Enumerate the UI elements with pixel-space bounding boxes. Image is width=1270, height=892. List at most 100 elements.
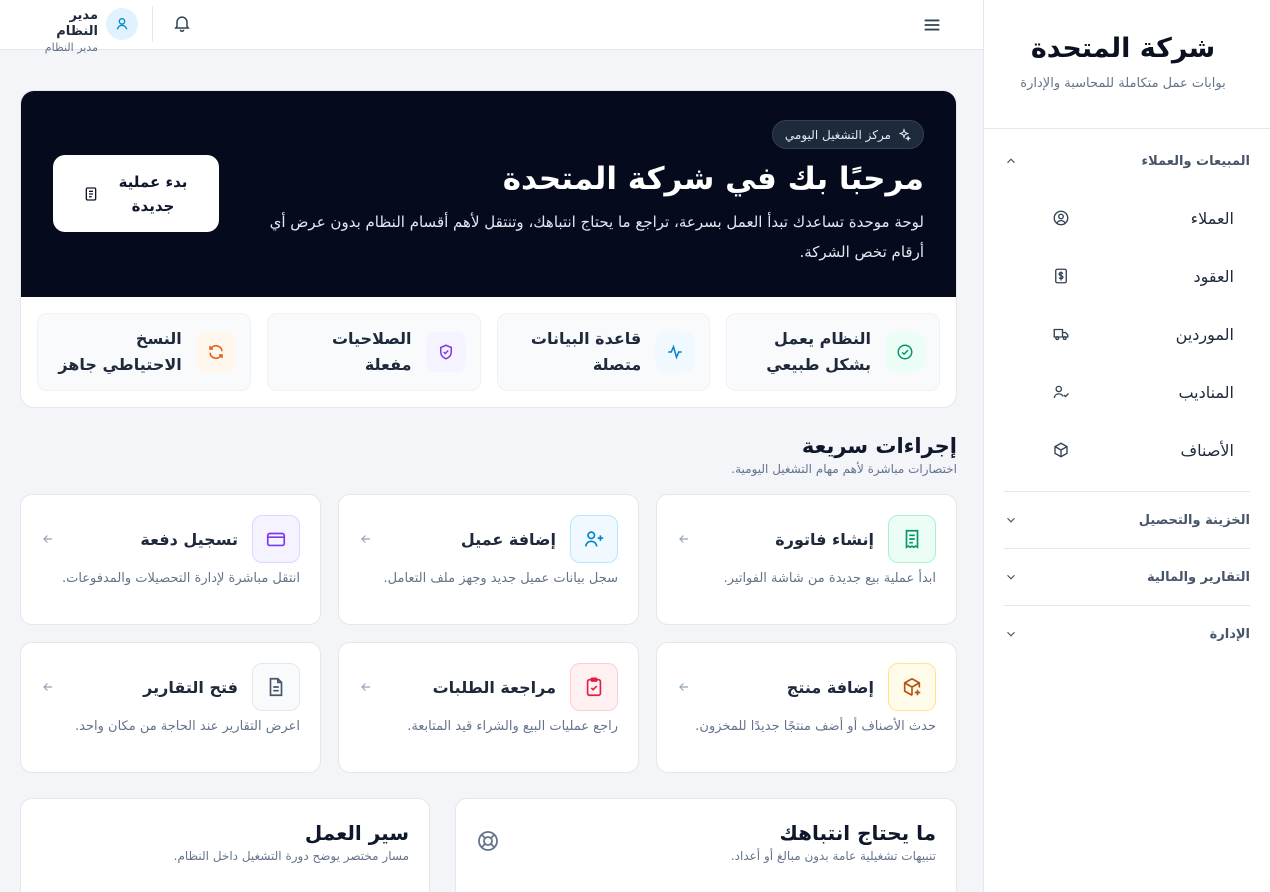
- avatar[interactable]: [106, 8, 138, 40]
- company-tagline: بوابات عمل متكاملة للمحاسبة والإدارة: [1020, 76, 1226, 91]
- sidebar-item-customers[interactable]: العملاء: [1004, 189, 1250, 247]
- page-title: مرحبًا بك في شركة المتحدة: [502, 161, 924, 197]
- quick-action-add-product[interactable]: إضافة منتج حدث الأصناف أو أضف منتجًا جدي…: [656, 642, 957, 773]
- menu-icon[interactable]: [921, 14, 943, 36]
- lifebuoy-icon: [478, 831, 498, 851]
- quick-action-desc: راجع عمليات البيع والشراء قيد المتابعة.: [407, 719, 618, 734]
- truck-icon: [1053, 328, 1069, 341]
- hero-badge: مركز التشغيل اليومي: [771, 120, 924, 149]
- button-label: بدء عملية جديدة: [118, 172, 188, 215]
- arrow-left-icon: [679, 683, 689, 691]
- user-info[interactable]: مدير النظام مدير النظام: [28, 8, 98, 56]
- sidebar-item-reps[interactable]: المناديب: [1004, 363, 1250, 421]
- user-circle-icon: [1053, 210, 1069, 226]
- qa-icon-wrap: [570, 515, 618, 563]
- refresh-icon: [209, 345, 223, 359]
- quick-action-open-reports[interactable]: فتح التقارير اعرض التقارير عند الحاجة من…: [20, 642, 321, 773]
- quick-action-title: إضافة منتج: [786, 677, 874, 697]
- dollar-file-icon: [1055, 268, 1067, 284]
- nav-group-reports[interactable]: التقارير والمالية: [1004, 549, 1250, 605]
- nav-group-label: الخزينة والتحصيل: [1138, 512, 1250, 528]
- nav-group-sales[interactable]: المبيعات والعملاء: [1004, 141, 1250, 181]
- chevron-down-icon: [1007, 574, 1015, 580]
- nav-group-label: المبيعات والعملاء: [1141, 153, 1250, 169]
- sidebar-item-label: الموردين: [1175, 324, 1234, 344]
- user-plus-icon: [584, 531, 604, 547]
- sidebar-item-label: العملاء: [1190, 208, 1234, 228]
- clipboard-check-icon: [586, 677, 602, 697]
- activity-icon: [668, 344, 682, 360]
- box-icon: [1054, 442, 1068, 458]
- qa-icon-wrap: [888, 515, 936, 563]
- status-icon-wrap: [885, 332, 925, 372]
- receipt-icon: [905, 529, 919, 549]
- quick-action-title: فتح التقارير: [143, 677, 238, 697]
- file-text-icon: [269, 677, 283, 697]
- sidebar-item-contracts[interactable]: العقود: [1004, 247, 1250, 305]
- sidebar-brand: شركة المتحدة بوابات عمل متكاملة للمحاسبة…: [984, 0, 1270, 129]
- quick-action-desc: حدث الأصناف أو أضف منتجًا جديدًا للمخزون…: [695, 719, 936, 734]
- quick-action-title: تسجيل دفعة: [140, 529, 238, 549]
- sidebar-item-label: العقود: [1193, 266, 1234, 286]
- nav-group-admin[interactable]: الإدارة: [1004, 606, 1250, 662]
- section-title: إجراءات سريعة: [801, 434, 957, 458]
- quick-action-add-customer[interactable]: إضافة عميل سجل بيانات عميل جديد وجهز ملف…: [338, 494, 639, 625]
- arrow-left-icon: [361, 683, 371, 691]
- arrow-left-icon: [361, 535, 371, 543]
- qa-icon-wrap: [570, 663, 618, 711]
- divider: [152, 6, 153, 42]
- nav-group-treasury[interactable]: الخزينة والتحصيل: [1004, 492, 1250, 548]
- status-label: النسخ الاحتياطي جاهز: [58, 329, 182, 374]
- check-circle-icon: [897, 344, 913, 360]
- welcome-card: مركز التشغيل اليومي مرحبًا بك في شركة ال…: [20, 90, 957, 408]
- quick-actions-grid: إنشاء فاتورة ابدأ عملية بيع جديدة من شاش…: [20, 494, 957, 773]
- sidebar-item-label: المناديب: [1178, 382, 1234, 402]
- arrow-left-icon: [43, 683, 53, 691]
- status-row: النظام يعمل بشكل طبيعي قاعدة البيانات مت…: [21, 297, 956, 407]
- user-name: مدير النظام: [56, 8, 98, 39]
- quick-action-record-payment[interactable]: تسجيل دفعة انتقل مباشرة لإدارة التحصيلات…: [20, 494, 321, 625]
- credit-card-icon: [266, 532, 286, 547]
- chevron-up-icon: [1007, 158, 1015, 164]
- status-tile-backup: النسخ الاحتياطي جاهز: [37, 313, 251, 391]
- quick-action-desc: انتقل مباشرة لإدارة التحصيلات والمدفوعات…: [61, 571, 300, 586]
- sidebar-item-items[interactable]: الأصناف: [1004, 421, 1250, 479]
- qa-icon-wrap: [888, 663, 936, 711]
- start-new-operation-button[interactable]: بدء عملية جديدة: [53, 155, 219, 232]
- status-tile-permissions: الصلاحيات مفعلة: [266, 313, 481, 391]
- quick-action-desc: سجل بيانات عميل جديد وجهز ملف التعامل.: [383, 571, 618, 586]
- user-check-icon: [1053, 385, 1069, 399]
- status-icon-wrap: [425, 332, 466, 372]
- company-name: شركة المتحدة: [1030, 33, 1216, 64]
- quick-action-title: إضافة عميل: [460, 529, 556, 549]
- chevron-down-icon: [1007, 517, 1015, 523]
- status-label: النظام يعمل بشكل طبيعي: [766, 329, 871, 374]
- hero-banner: مركز التشغيل اليومي مرحبًا بك في شركة ال…: [21, 91, 956, 297]
- quick-action-review-orders[interactable]: مراجعة الطلبات راجع عمليات البيع والشراء…: [338, 642, 639, 773]
- hero-badge-label: مركز التشغيل اليومي: [784, 127, 891, 142]
- quick-action-title: إنشاء فاتورة: [775, 529, 874, 549]
- sidebar: شركة المتحدة بوابات عمل متكاملة للمحاسبة…: [983, 0, 1270, 892]
- sparkles-icon: [898, 127, 911, 141]
- nav-group-items: العملاء العقود الموردين المناديب الأصناف: [1004, 181, 1250, 491]
- topbar: مدير النظام مدير النظام: [0, 0, 983, 54]
- quick-action-create-invoice[interactable]: إنشاء فاتورة ابدأ عملية بيع جديدة من شاش…: [656, 494, 957, 625]
- status-icon-wrap: [195, 332, 236, 372]
- bell-icon[interactable]: [172, 13, 192, 33]
- document-icon: [85, 186, 97, 201]
- qa-icon-wrap: [252, 663, 300, 711]
- panel-subtitle: تنبيهات تشغيلية عامة بدون مبالغ أو أعداد…: [730, 849, 936, 863]
- status-tile-database: قاعدة البيانات متصلة: [496, 313, 711, 391]
- nav-group-label: الإدارة: [1209, 626, 1250, 642]
- quick-actions-header: إجراءات سريعة اختصارات مباشرة لأهم مهام …: [20, 434, 957, 476]
- panel-title: سير العمل: [304, 821, 409, 845]
- arrow-left-icon: [43, 535, 53, 543]
- status-icon-wrap: [655, 332, 696, 372]
- status-label: الصلاحيات مفعلة: [331, 329, 412, 374]
- section-subtitle: اختصارات مباشرة لأهم مهام التشغيل اليومي…: [731, 462, 957, 476]
- panel-title: ما يحتاج انتباهك: [779, 821, 936, 845]
- chevron-down-icon: [1007, 631, 1015, 637]
- qa-icon-wrap: [252, 515, 300, 563]
- sidebar-item-suppliers[interactable]: الموردين: [1004, 305, 1250, 363]
- hero-description: لوحة موحدة تساعدك تبدأ العمل بسرعة، تراج…: [269, 213, 924, 261]
